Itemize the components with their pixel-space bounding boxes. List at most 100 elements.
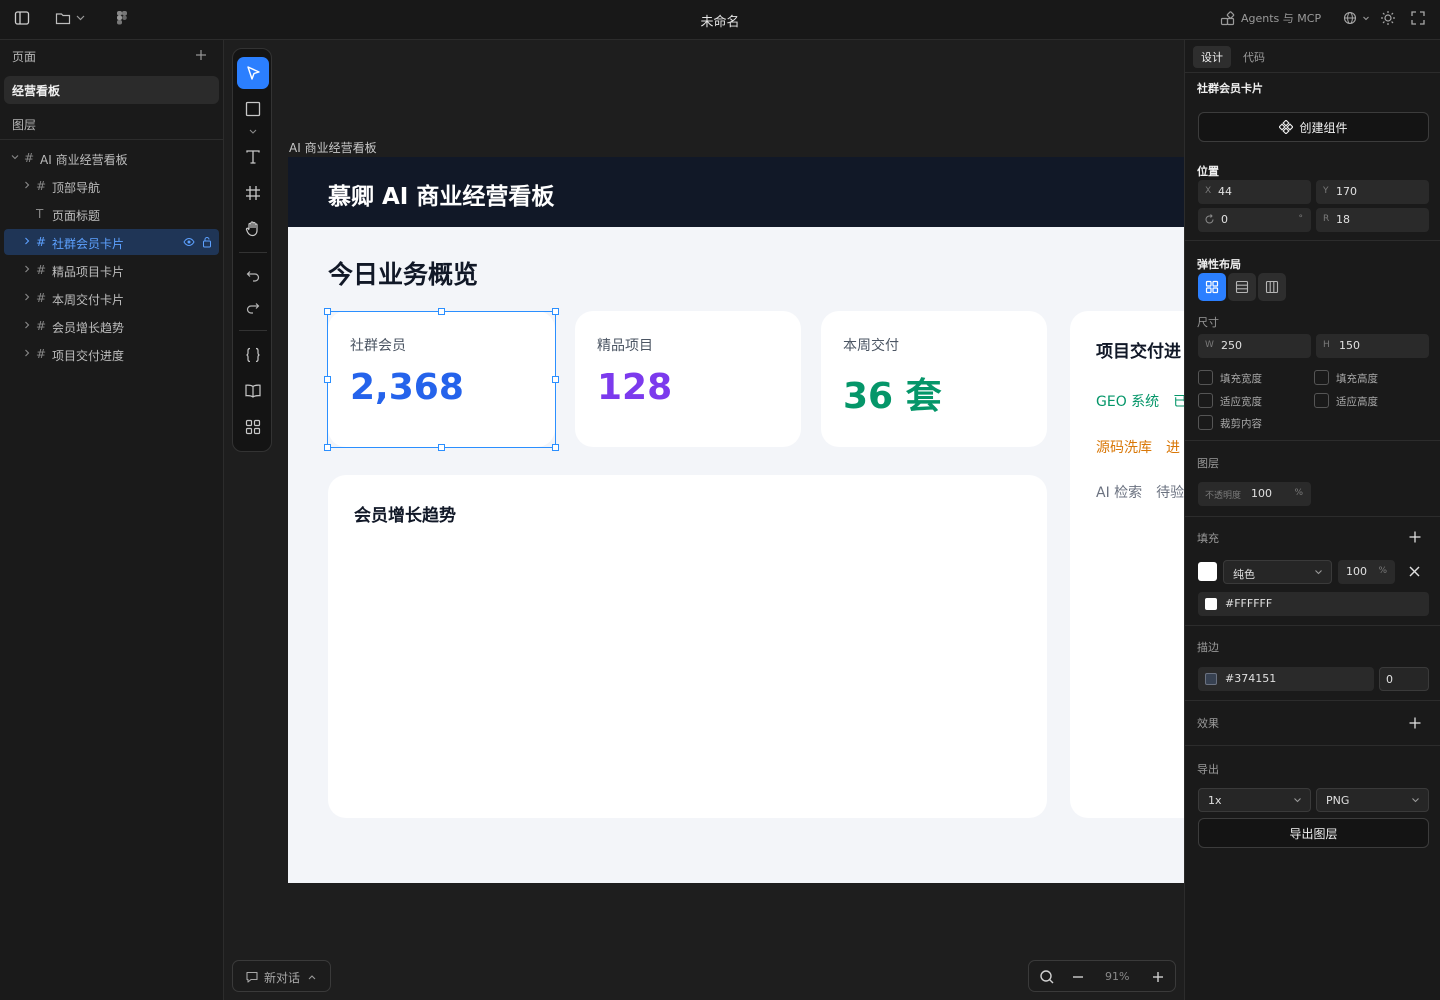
tab-code[interactable]: 代码 xyxy=(1235,46,1273,68)
export-format-select[interactable]: PNG xyxy=(1316,788,1429,812)
fill-hex-field[interactable]: #FFFFFF xyxy=(1198,592,1429,616)
chevron-right-icon[interactable] xyxy=(22,236,32,246)
resize-handle[interactable] xyxy=(324,444,331,451)
chevron-right-icon[interactable] xyxy=(22,264,32,274)
stroke-swatch[interactable] xyxy=(1205,673,1217,685)
top-navigation: 慕卿 AI 商业经营看板 xyxy=(288,157,1184,227)
tab-design[interactable]: 设计 xyxy=(1193,46,1231,68)
new-chat-label: 新对话 xyxy=(264,971,301,985)
add-fill-icon[interactable] xyxy=(1409,531,1421,543)
resize-handle[interactable] xyxy=(552,308,559,315)
dashboard-artboard[interactable]: 慕卿 AI 商业经营看板 今日业务概览 社群会员 2,368 精品项目 128 … xyxy=(288,157,1184,883)
resize-handle[interactable] xyxy=(552,444,559,451)
rectangle-tool-button[interactable] xyxy=(237,93,269,125)
frame-icon: # xyxy=(36,347,47,361)
layout-columns-button[interactable] xyxy=(1258,273,1286,301)
opacity-field[interactable]: 不透明度 100 % xyxy=(1198,482,1311,506)
opacity-unit: % xyxy=(1294,488,1303,498)
undo-button[interactable] xyxy=(237,260,269,292)
library-tool-button[interactable] xyxy=(237,375,269,407)
resize-handle[interactable] xyxy=(324,308,331,315)
chevron-down-icon[interactable] xyxy=(10,152,20,162)
text-icon xyxy=(246,150,260,164)
layer-item-growth-trend[interactable]: # 会员增长趋势 xyxy=(4,313,219,339)
fill-type-select[interactable]: 纯色 xyxy=(1223,560,1332,584)
layer-item-title[interactable]: T 页面标题 xyxy=(4,201,219,227)
y-field[interactable]: Y 170 xyxy=(1316,180,1429,204)
resize-handle[interactable] xyxy=(438,444,445,451)
layer-item-project-card[interactable]: # 精品项目卡片 xyxy=(4,257,219,283)
checkbox-label: 裁剪内容 xyxy=(1220,418,1262,430)
growth-trend-card[interactable]: 会员增长趋势 xyxy=(328,475,1047,818)
radius-label: R xyxy=(1323,214,1330,224)
grid-icon xyxy=(245,419,261,435)
shape-options-chevron-icon[interactable] xyxy=(248,128,258,136)
remove-fill-icon[interactable] xyxy=(1409,566,1420,577)
new-chat-button[interactable]: 新对话 xyxy=(232,960,331,992)
divider xyxy=(1185,516,1440,517)
delivery-card[interactable]: 本周交付 36 套 xyxy=(821,311,1047,447)
agents-mcp-button[interactable]: Agents 与 MCP xyxy=(1220,10,1321,26)
components-tool-button[interactable] xyxy=(237,411,269,443)
fill-opacity-field[interactable]: 100 % xyxy=(1338,560,1395,584)
progress-row-status: 已 xyxy=(1173,394,1184,410)
resize-handle[interactable] xyxy=(438,308,445,315)
move-tool-button[interactable] xyxy=(237,57,269,89)
zoom-level[interactable]: 91% xyxy=(1105,970,1129,983)
layer-item-member-card[interactable]: # 社群会员卡片 xyxy=(4,229,219,255)
selection-box[interactable] xyxy=(324,308,559,451)
radius-field[interactable]: R 18 xyxy=(1316,208,1429,232)
width-field[interactable]: W 250 xyxy=(1198,334,1311,358)
sidebar-toggle-icon[interactable] xyxy=(14,10,30,26)
eye-icon[interactable] xyxy=(183,237,195,247)
agents-icon xyxy=(1220,10,1235,26)
redo-button[interactable] xyxy=(237,292,269,324)
stroke-hex-field[interactable]: #374151 xyxy=(1198,667,1374,691)
export-layer-button[interactable]: 导出图层 xyxy=(1198,818,1429,848)
layer-item-delivery-card[interactable]: # 本周交付卡片 xyxy=(4,285,219,311)
progress-row: AI 检索 待验 xyxy=(1096,482,1184,502)
divider xyxy=(1185,440,1440,441)
zoom-out-icon[interactable] xyxy=(1071,970,1085,984)
chevron-right-icon[interactable] xyxy=(22,292,32,302)
add-page-icon[interactable] xyxy=(195,49,207,61)
theme-sun-icon[interactable] xyxy=(1380,10,1396,26)
stroke-width-field[interactable]: 0 xyxy=(1379,667,1429,691)
chevron-right-icon[interactable] xyxy=(22,320,32,330)
resize-handle[interactable] xyxy=(324,376,331,383)
export-scale-select[interactable]: 1x xyxy=(1198,788,1311,812)
page-item-dashboard[interactable]: 经营看板 xyxy=(4,76,219,104)
x-field[interactable]: X 44 xyxy=(1198,180,1311,204)
hand-tool-button[interactable] xyxy=(237,213,269,245)
height-field[interactable]: H 150 xyxy=(1316,334,1429,358)
layer-item-frame[interactable]: # AI 商业经营看板 xyxy=(4,145,219,171)
figma-icon[interactable] xyxy=(116,10,128,26)
code-tool-button[interactable] xyxy=(237,339,269,371)
layer-item-nav[interactable]: # 顶部导航 xyxy=(4,173,219,199)
add-effect-icon[interactable] xyxy=(1409,717,1421,729)
checkbox-label: 填充宽度 xyxy=(1220,373,1262,385)
layer-label: 本周交付卡片 xyxy=(52,293,125,307)
resize-handle[interactable] xyxy=(552,376,559,383)
chevron-right-icon[interactable] xyxy=(22,180,32,190)
layout-rows-button[interactable] xyxy=(1228,273,1256,301)
lock-icon[interactable] xyxy=(202,236,212,248)
frame-label[interactable]: AI 商业经营看板 xyxy=(289,139,377,156)
rotation-field[interactable]: 0 ° xyxy=(1198,208,1311,232)
layout-grid-button[interactable] xyxy=(1198,273,1226,301)
zoom-in-icon[interactable] xyxy=(1151,970,1165,984)
divider xyxy=(1185,700,1440,701)
delivery-progress-card[interactable]: 项目交付进 GEO 系统已 源码洗库进 AI 检索 待验 xyxy=(1070,311,1184,818)
fill-swatch[interactable] xyxy=(1198,562,1217,581)
search-icon[interactable] xyxy=(1039,969,1055,985)
project-card[interactable]: 精品项目 128 xyxy=(575,311,801,447)
layer-item-delivery-progress[interactable]: # 项目交付进度 xyxy=(4,341,219,367)
create-component-button[interactable]: 创建组件 xyxy=(1198,112,1429,142)
frame-tool-button[interactable] xyxy=(237,177,269,209)
layer-label: 社群会员卡片 xyxy=(52,237,125,251)
globe-icon[interactable] xyxy=(1342,10,1372,26)
text-tool-button[interactable] xyxy=(237,141,269,173)
chevron-right-icon[interactable] xyxy=(22,348,32,358)
folder-icon[interactable] xyxy=(55,10,87,26)
fullscreen-icon[interactable] xyxy=(1410,10,1426,26)
